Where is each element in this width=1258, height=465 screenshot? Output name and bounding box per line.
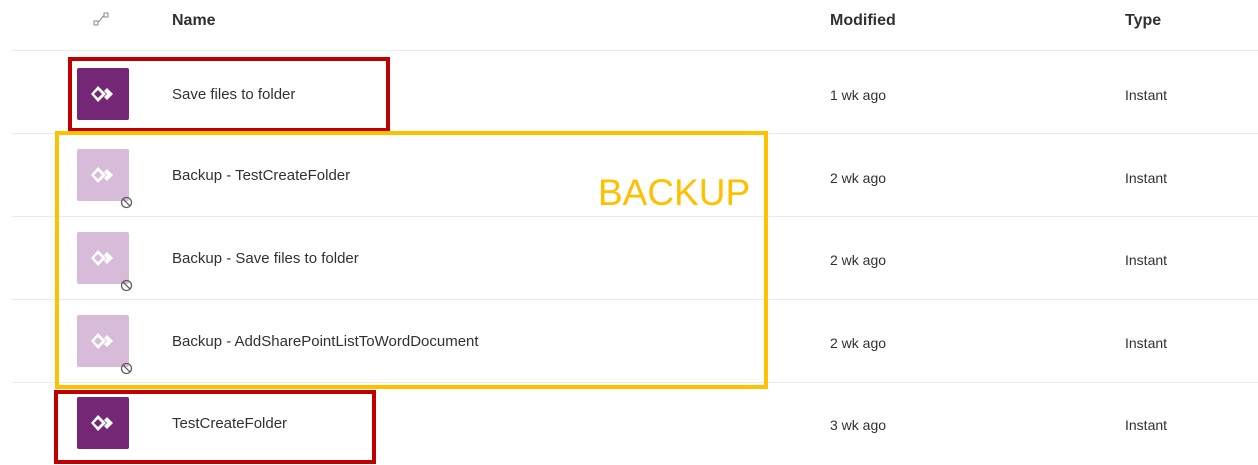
flow-type: Instant [1125, 87, 1168, 103]
disabled-icon [120, 279, 133, 292]
modified-date: 1 wk ago [830, 87, 887, 103]
modified-date: 2 wk ago [830, 335, 887, 351]
table-row[interactable]: Backup - Save files to folder 2 wk ago I… [0, 217, 1258, 299]
flow-name[interactable]: Backup - Save files to folder [172, 250, 359, 267]
flow-name[interactable]: Save files to folder [172, 86, 295, 103]
table-row[interactable]: TestCreateFolder 3 wk ago Instant [0, 383, 1258, 465]
modified-date: 2 wk ago [830, 252, 887, 268]
column-header-type[interactable]: Type [1125, 12, 1161, 30]
table-row[interactable]: Backup - AddSharePointListToWordDocument… [0, 300, 1258, 382]
modified-date: 2 wk ago [830, 170, 887, 186]
table-row[interactable]: Save files to folder 1 wk ago Instant [0, 53, 1258, 135]
list-header: Name Modified Type [0, 0, 1258, 50]
flow-icon [77, 315, 129, 367]
flow-type: Instant [1125, 252, 1168, 268]
flow-name[interactable]: Backup - TestCreateFolder [172, 167, 350, 184]
flow-name[interactable]: TestCreateFolder [172, 415, 287, 432]
flow-type: Instant [1125, 417, 1168, 433]
flow-type: Instant [1125, 335, 1168, 351]
disabled-icon [120, 362, 133, 375]
flow-name[interactable]: Backup - AddSharePointListToWordDocument [172, 333, 479, 350]
column-header-modified[interactable]: Modified [830, 12, 896, 30]
modified-date: 3 wk ago [830, 417, 887, 433]
flow-icon [77, 397, 129, 449]
divider [12, 50, 1258, 51]
disabled-icon [120, 196, 133, 209]
flow-icon [77, 149, 129, 201]
flow-type: Instant [1125, 170, 1168, 186]
flow-icon [77, 68, 129, 120]
backup-annotation-label: BACKUP [598, 172, 751, 213]
flow-icon [77, 232, 129, 284]
column-header-name[interactable]: Name [172, 12, 216, 30]
flow-type-icon[interactable] [93, 11, 109, 27]
